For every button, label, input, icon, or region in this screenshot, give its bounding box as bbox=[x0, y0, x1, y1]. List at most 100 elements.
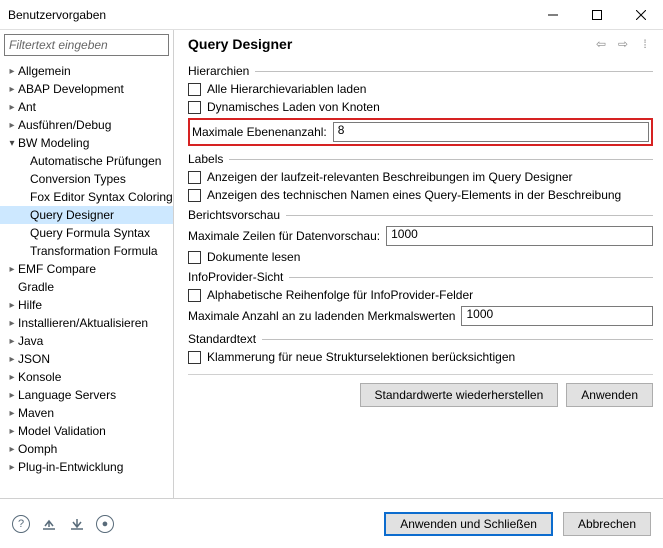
tree-item[interactable]: Automatische Prüfungen bbox=[0, 152, 173, 170]
tree-item-label: EMF Compare bbox=[18, 262, 96, 276]
chevron-right-icon[interactable]: ▸ bbox=[6, 66, 18, 77]
tree-item-label: Java bbox=[18, 334, 43, 348]
label: Anzeigen der laufzeit-relevanten Beschre… bbox=[207, 170, 573, 184]
sidebar: Filtertext eingeben ▸Allgemein▸ABAP Deve… bbox=[0, 30, 174, 498]
tree-item[interactable]: ▸JSON bbox=[0, 350, 173, 368]
tree-item[interactable]: ▸Oomph bbox=[0, 440, 173, 458]
tree-item-label: Hilfe bbox=[18, 298, 42, 312]
label-max-levels: Maximale Ebenenanzahl: bbox=[192, 125, 327, 139]
tree-item[interactable]: Conversion Types bbox=[0, 170, 173, 188]
tree-item[interactable]: Gradle bbox=[0, 278, 173, 296]
group-report-preview: Berichtsvorschau bbox=[188, 208, 653, 222]
back-icon[interactable]: ⇦ bbox=[593, 36, 609, 52]
tree-item[interactable]: Fox Editor Syntax Coloring bbox=[0, 188, 173, 206]
label: Dokumente lesen bbox=[207, 250, 300, 264]
chevron-right-icon[interactable]: ▸ bbox=[6, 354, 18, 365]
tree-item[interactable]: ▸Model Validation bbox=[0, 422, 173, 440]
tree-item-label: Query Designer bbox=[30, 208, 114, 222]
chevron-right-icon[interactable]: ▸ bbox=[6, 444, 18, 455]
record-icon[interactable]: ● bbox=[96, 515, 114, 533]
tree-item-label: BW Modeling bbox=[18, 136, 89, 150]
tree-item-label: Language Servers bbox=[18, 388, 116, 402]
tree-item-label: ABAP Development bbox=[18, 82, 124, 96]
tree-item-label: Ant bbox=[18, 100, 36, 114]
tree-item-label: Gradle bbox=[18, 280, 54, 294]
chevron-right-icon[interactable]: ▸ bbox=[6, 390, 18, 401]
tree-item[interactable]: ▸Ant bbox=[0, 98, 173, 116]
tree-item-label: Automatische Prüfungen bbox=[30, 154, 161, 168]
tree-item-label: Fox Editor Syntax Coloring bbox=[30, 190, 173, 204]
group-default-text: Standardtext bbox=[188, 332, 653, 346]
highlight-max-levels: Maximale Ebenenanzahl: 8 bbox=[188, 118, 653, 146]
chevron-right-icon[interactable]: ▸ bbox=[6, 408, 18, 419]
label: Anzeigen des technischen Namen eines Que… bbox=[207, 188, 621, 202]
cancel-button[interactable]: Abbrechen bbox=[563, 512, 651, 536]
chevron-right-icon[interactable]: ▸ bbox=[6, 84, 18, 95]
chevron-right-icon[interactable]: ▸ bbox=[6, 102, 18, 113]
checkbox-load-all-hier-vars[interactable] bbox=[188, 83, 201, 96]
tree-item-label: JSON bbox=[18, 352, 50, 366]
forward-icon[interactable]: ⇨ bbox=[615, 36, 631, 52]
group-infoprovider: InfoProvider-Sicht bbox=[188, 270, 653, 284]
tree-item-label: Model Validation bbox=[18, 424, 106, 438]
input-max-levels[interactable]: 8 bbox=[333, 122, 649, 142]
menu-icon[interactable]: ⁞ bbox=[637, 36, 653, 52]
chevron-right-icon[interactable]: ▸ bbox=[6, 336, 18, 347]
chevron-down-icon[interactable]: ▾ bbox=[6, 138, 18, 149]
tree-item[interactable]: Transformation Formula bbox=[0, 242, 173, 260]
chevron-right-icon[interactable]: ▸ bbox=[6, 300, 18, 311]
chevron-right-icon[interactable]: ▸ bbox=[6, 318, 18, 329]
tree-item[interactable]: ▸Language Servers bbox=[0, 386, 173, 404]
checkbox-read-docs[interactable] bbox=[188, 251, 201, 264]
page-title: Query Designer bbox=[188, 36, 593, 52]
chevron-right-icon[interactable]: ▸ bbox=[6, 426, 18, 437]
tree-item[interactable]: ▸Installieren/Aktualisieren bbox=[0, 314, 173, 332]
tree-item[interactable]: ▸Allgemein bbox=[0, 62, 173, 80]
import-icon[interactable] bbox=[40, 515, 58, 533]
footer: ? ● Anwenden und Schließen Abbrechen bbox=[0, 498, 663, 548]
tree-item[interactable]: ▸Hilfe bbox=[0, 296, 173, 314]
apply-button[interactable]: Anwenden bbox=[566, 383, 653, 407]
chevron-right-icon[interactable]: ▸ bbox=[6, 372, 18, 383]
tree-item[interactable]: Query Designer bbox=[0, 206, 173, 224]
preferences-tree[interactable]: ▸Allgemein▸ABAP Development▸Ant▸Ausführe… bbox=[0, 60, 173, 498]
input-max-rows[interactable]: 1000 bbox=[386, 226, 653, 246]
label: Alphabetische Reihenfolge für InfoProvid… bbox=[207, 288, 473, 302]
tree-item[interactable]: ▸Ausführen/Debug bbox=[0, 116, 173, 134]
checkbox-tech-name[interactable] bbox=[188, 189, 201, 202]
chevron-right-icon[interactable]: ▸ bbox=[6, 264, 18, 275]
checkbox-alpha-order[interactable] bbox=[188, 289, 201, 302]
label: Alle Hierarchievariablen laden bbox=[207, 82, 366, 96]
tree-item-label: Konsole bbox=[18, 370, 61, 384]
maximize-button[interactable] bbox=[575, 0, 619, 30]
restore-defaults-button[interactable]: Standardwerte wiederherstellen bbox=[360, 383, 559, 407]
filter-input[interactable]: Filtertext eingeben bbox=[4, 34, 169, 56]
tree-item[interactable]: Query Formula Syntax bbox=[0, 224, 173, 242]
tree-item-label: Query Formula Syntax bbox=[30, 226, 150, 240]
tree-item[interactable]: ▾BW Modeling bbox=[0, 134, 173, 152]
tree-item[interactable]: ▸Java bbox=[0, 332, 173, 350]
tree-item[interactable]: ▸Plug-in-Entwicklung bbox=[0, 458, 173, 476]
checkbox-dynamic-node-load[interactable] bbox=[188, 101, 201, 114]
chevron-right-icon[interactable]: ▸ bbox=[6, 120, 18, 131]
input-max-char-values[interactable]: 1000 bbox=[461, 306, 653, 326]
tree-item-label: Maven bbox=[18, 406, 54, 420]
checkbox-bracketing[interactable] bbox=[188, 351, 201, 364]
close-button[interactable] bbox=[619, 0, 663, 30]
tree-item-label: Allgemein bbox=[18, 64, 71, 78]
tree-item[interactable]: ▸EMF Compare bbox=[0, 260, 173, 278]
export-icon[interactable] bbox=[68, 515, 86, 533]
checkbox-runtime-desc[interactable] bbox=[188, 171, 201, 184]
tree-item[interactable]: ▸ABAP Development bbox=[0, 80, 173, 98]
group-labels: Labels bbox=[188, 152, 653, 166]
chevron-right-icon[interactable]: ▸ bbox=[6, 462, 18, 473]
minimize-button[interactable] bbox=[531, 0, 575, 30]
apply-close-button[interactable]: Anwenden und Schließen bbox=[384, 512, 553, 536]
label: Dynamisches Laden von Knoten bbox=[207, 100, 380, 114]
label-max-rows: Maximale Zeilen für Datenvorschau: bbox=[188, 229, 380, 243]
help-icon[interactable]: ? bbox=[12, 515, 30, 533]
tree-item[interactable]: ▸Konsole bbox=[0, 368, 173, 386]
tree-item-label: Transformation Formula bbox=[30, 244, 158, 258]
window-title: Benutzervorgaben bbox=[8, 8, 531, 22]
tree-item[interactable]: ▸Maven bbox=[0, 404, 173, 422]
